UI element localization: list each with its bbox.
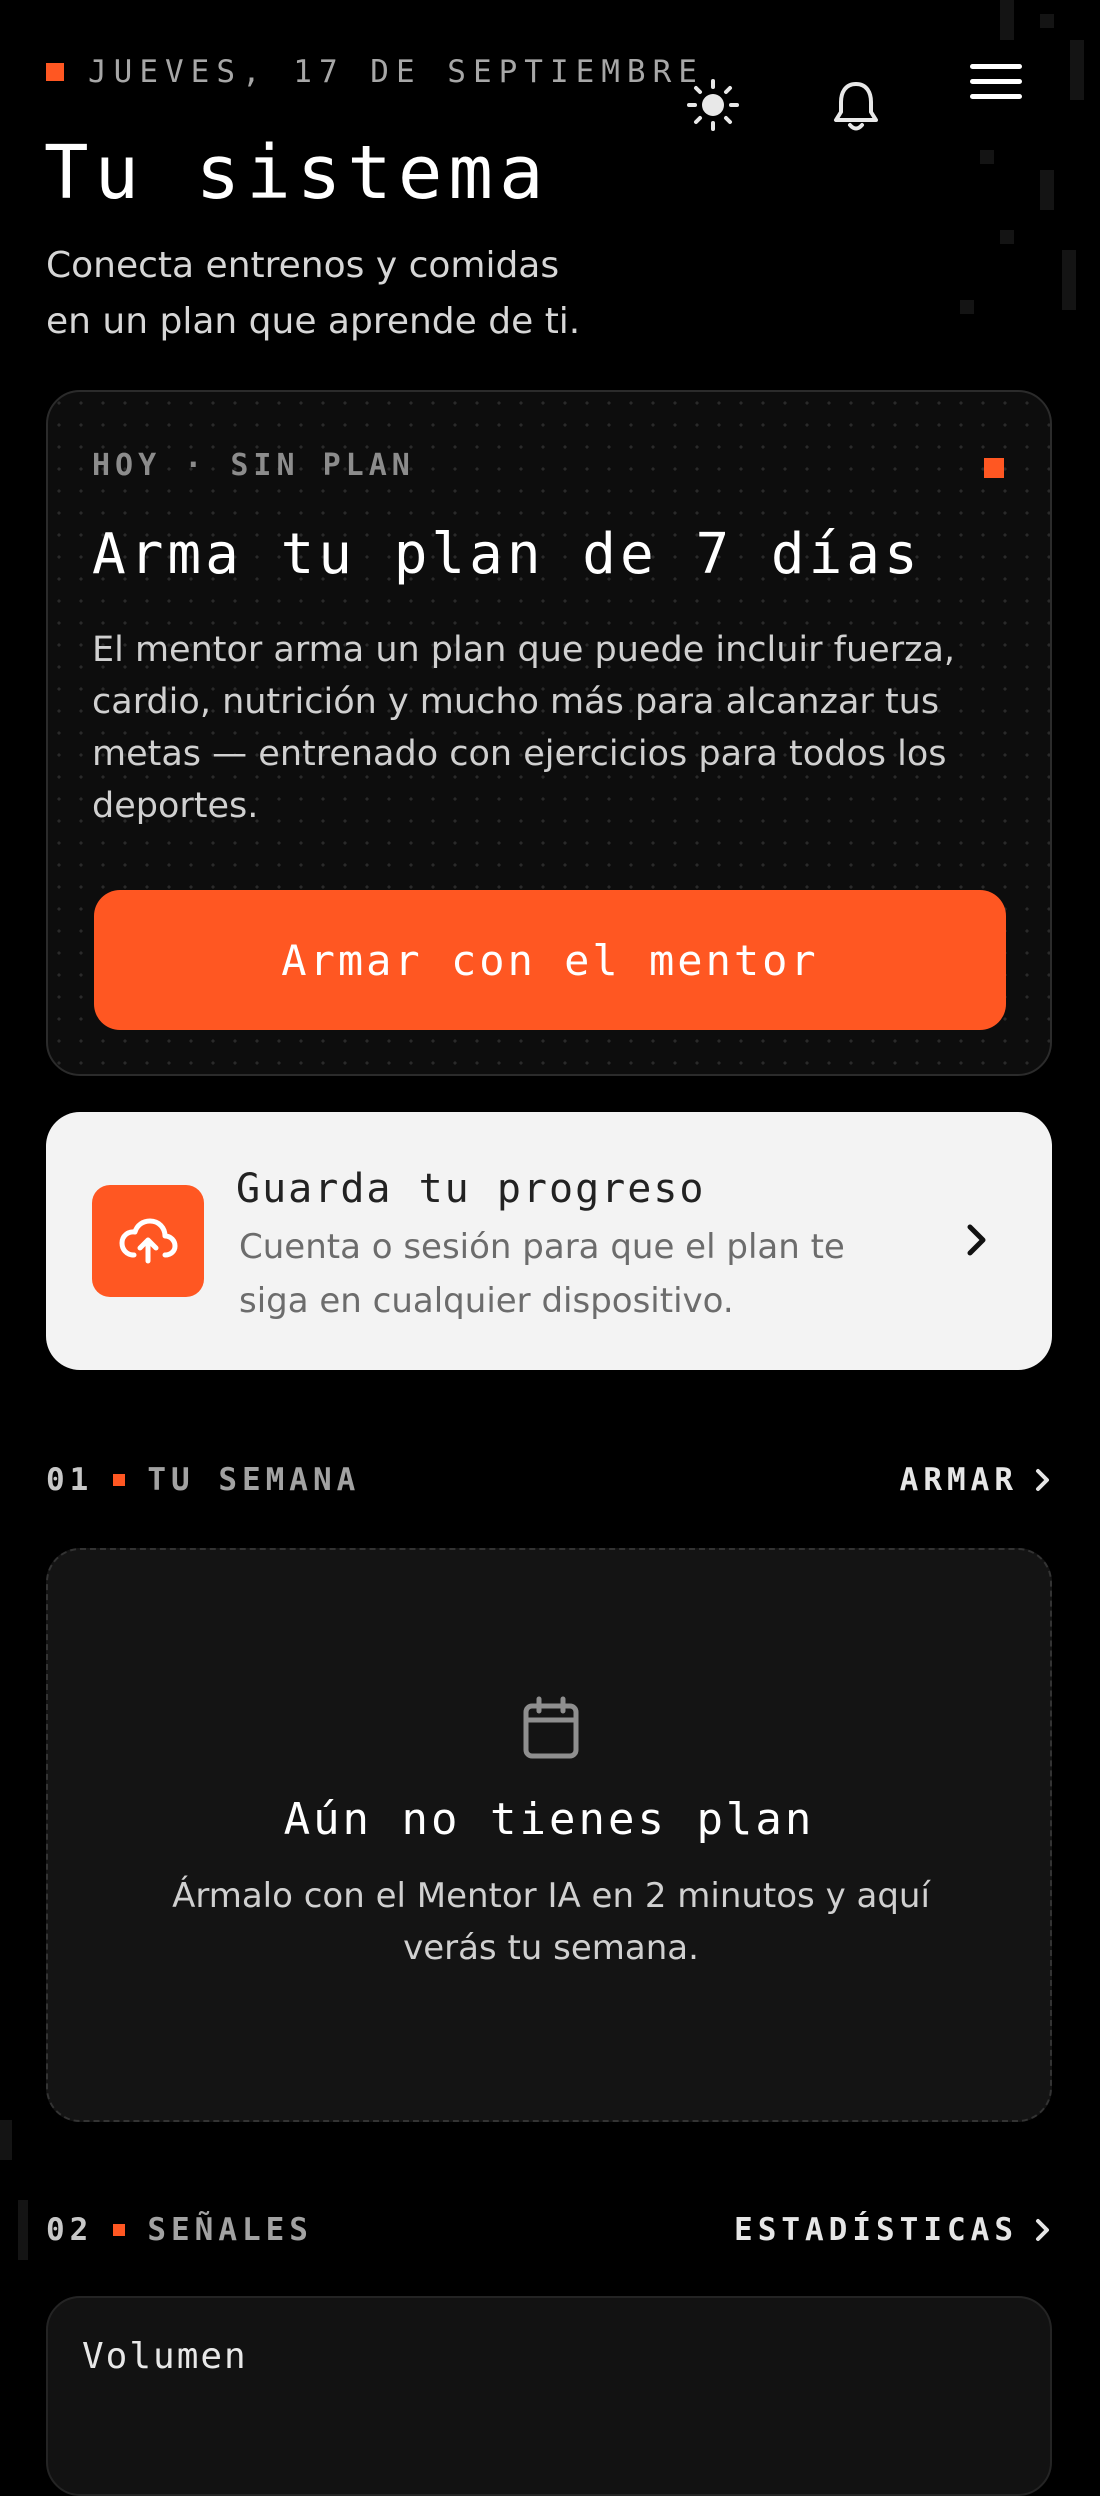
build-week-link-label: ARMAR bbox=[899, 1462, 1018, 1498]
bell-icon[interactable] bbox=[830, 78, 882, 138]
date-text: JUEVES, 17 DE SEPTIEMBRE bbox=[88, 54, 704, 90]
calendar-icon bbox=[523, 1696, 579, 1759]
chevron-right-icon bbox=[1036, 1469, 1049, 1491]
plan-card: HOY · SIN PLAN Arma tu plan de 7 días El… bbox=[46, 390, 1052, 1076]
chevron-right-icon bbox=[1036, 2219, 1049, 2241]
plan-status-eyebrow: HOY · SIN PLAN bbox=[92, 448, 415, 483]
save-progress-title: Guarda tu progreso bbox=[236, 1166, 706, 1212]
section-label: SEÑALES bbox=[147, 2212, 313, 2248]
section-header-signals: 02 SEÑALES ESTADÍSTICAS bbox=[46, 2210, 1052, 2250]
accent-square bbox=[984, 458, 1004, 478]
section-number: 02 bbox=[46, 2212, 94, 2248]
section-number: 01 bbox=[46, 1462, 94, 1498]
week-empty-state: Aún no tienes plan Ármalo con el Mentor … bbox=[46, 1548, 1052, 2122]
date-header: JUEVES, 17 DE SEPTIEMBRE bbox=[46, 54, 704, 90]
empty-plan-description: Ármalo con el Mentor IA en 2 minutos y a… bbox=[172, 1876, 930, 1968]
signals-card[interactable]: Volumen bbox=[46, 2296, 1052, 2496]
cloud-upload-icon bbox=[119, 1218, 178, 1264]
save-progress-card[interactable]: Guarda tu progreso Cuenta o sesión para … bbox=[46, 1112, 1052, 1370]
page-title: Tu sistema bbox=[44, 130, 550, 216]
save-progress-description: Cuenta o sesión para que el plan te siga… bbox=[239, 1227, 845, 1321]
plan-title: Arma tu plan de 7 días bbox=[92, 522, 922, 587]
accent-square bbox=[113, 2224, 126, 2236]
build-with-mentor-button[interactable]: Armar con el mentor bbox=[94, 890, 1006, 1030]
section-header-week: 01 TU SEMANA ARMAR bbox=[46, 1460, 1052, 1500]
volume-metric-label: Volumen bbox=[82, 2336, 248, 2377]
build-week-link[interactable]: ARMAR bbox=[900, 1462, 1052, 1498]
subtitle-line-1: Conecta entrenos y comidas bbox=[46, 245, 560, 286]
accent-square bbox=[113, 1474, 126, 1486]
empty-plan-title: Aún no tienes plan bbox=[283, 1794, 815, 1845]
statistics-link-label: ESTADÍSTICAS bbox=[734, 2212, 1018, 2248]
save-icon-box bbox=[92, 1185, 204, 1297]
chevron-right-icon bbox=[967, 1224, 986, 1256]
accent-square bbox=[46, 63, 64, 81]
page-subtitle: Conecta entrenos y comidas en un plan qu… bbox=[46, 238, 646, 350]
plan-description: El mentor arma un plan que puede incluir… bbox=[92, 630, 956, 826]
sun-icon[interactable] bbox=[686, 78, 740, 136]
subtitle-line-2: en un plan que aprende de ti. bbox=[46, 301, 581, 342]
menu-icon[interactable] bbox=[968, 62, 1024, 106]
section-label: TU SEMANA bbox=[147, 1462, 361, 1498]
statistics-link[interactable]: ESTADÍSTICAS bbox=[734, 2212, 1052, 2248]
